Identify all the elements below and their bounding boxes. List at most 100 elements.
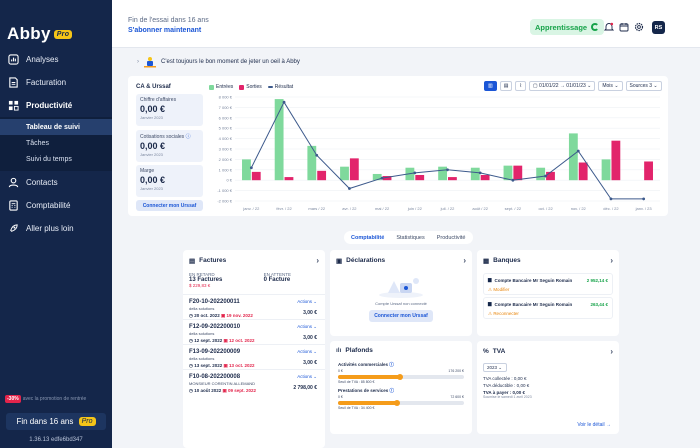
line-chart-icon: ⌇ — [519, 83, 522, 89]
chevron-right-icon: › — [610, 256, 613, 265]
bank-balance: 263,44 € — [590, 302, 608, 307]
gear-icon[interactable] — [634, 22, 644, 32]
connect-urssaf-button[interactable]: Connecter mon Urssaf — [369, 310, 433, 322]
declarations-header[interactable]: ▣ Déclarations › — [330, 250, 472, 271]
bar-sorties — [284, 177, 294, 181]
calendar-icon[interactable] — [619, 22, 629, 32]
mascot-icon — [144, 57, 156, 68]
vat-collected: TVA collectée : 0,00 € — [483, 376, 527, 381]
legend-entrees[interactable]: Entrées — [209, 84, 233, 90]
chevron-down-icon: ⌄ — [587, 83, 592, 89]
bank-warning[interactable]: ⚠ Reconnecter — [488, 311, 608, 317]
sidebar-item-productivite[interactable]: Productivité — [0, 94, 112, 117]
vat-header[interactable]: % TVA › — [477, 341, 619, 362]
bar-sorties — [349, 158, 359, 181]
invoice-actions-button[interactable]: Actions ⌄ — [297, 299, 317, 305]
bar-chart-toggle[interactable]: ▥ — [484, 81, 497, 91]
trial-label: Fin dans 16 ans — [16, 417, 74, 426]
kpi-label-text: Cotisations sociales — [140, 134, 185, 140]
point-resultat — [446, 168, 449, 172]
actions-label: Actions — [297, 324, 312, 329]
period-select[interactable]: ▢ 01/01/22 → 01/01/23 ⌄ — [528, 81, 596, 91]
kpi-value: 0,00 € — [140, 104, 166, 114]
threshold-max: 72 600 € — [450, 395, 464, 399]
trial-button[interactable]: Fin dans 16 ans Pro — [6, 413, 106, 430]
pending-invoices[interactable]: EN ATTENTE 0 Facture — [264, 272, 291, 288]
promo-banner[interactable]: -30% avec la promotion de rentrée — [5, 395, 86, 403]
invoice-actions-button[interactable]: Actions ⌄ — [297, 374, 317, 380]
sources-value: Sources 3 — [629, 83, 653, 89]
thresholds-header: ılı Plafonds — [330, 341, 472, 360]
bank-account[interactable]: ▆ Compte Bancaire Mr Seguin Romain 2 952,… — [483, 273, 613, 295]
legend-swatch — [209, 84, 214, 90]
invoices-header[interactable]: ▤ Factures › — [183, 250, 325, 271]
bank-name-text: Compte Bancaire Mr Seguin Romain — [494, 277, 573, 283]
sidebar-item-aller-plus-loin[interactable]: Aller plus loin — [0, 217, 112, 240]
line-chart-toggle[interactable]: ⌇ — [515, 81, 526, 91]
threshold-min: 0 € — [338, 395, 343, 399]
banks-header[interactable]: ▦ Banques › — [477, 250, 619, 271]
kpi-date: Janvier 2023 — [140, 186, 163, 191]
point-resultat — [249, 166, 253, 170]
warning-icon: ⚠ — [488, 311, 493, 316]
kpi-revenue: Chiffre d'affaires 0,00 € Janvier 2023 — [136, 94, 203, 126]
sidebar-item-label: Productivité — [26, 101, 73, 110]
invoice-row[interactable]: F10-08-202200008 MONSIEUR CORENTIN ALLEM… — [183, 369, 325, 394]
x-tick-label: juin / 22 — [407, 206, 423, 211]
connect-urssaf-button[interactable]: Connecter mon Urssaf — [136, 200, 203, 211]
sidebar-subitem-suivi-du-temps[interactable]: Suivi du temps — [0, 151, 112, 167]
info-icon[interactable]: ⓘ — [186, 134, 191, 140]
trial-badge: Pro — [78, 417, 96, 426]
vat-details-link[interactable]: Voir le détail → — [577, 422, 611, 428]
user-avatar[interactable]: RS — [652, 21, 665, 34]
bar-entrees — [340, 166, 349, 181]
threshold-services: Prestations de services ⓘ 0 € 72 600 € Se… — [330, 386, 472, 412]
invoice-actions-button[interactable]: Actions ⌄ — [297, 324, 317, 330]
tab-statistiques[interactable]: Statistiques — [393, 233, 427, 243]
sidebar-item-facturation[interactable]: Facturation — [0, 71, 112, 94]
chevron-right-icon: › — [463, 256, 466, 265]
late-invoices[interactable]: EN RETARD 13 Factures $ 229,83 € — [189, 272, 222, 288]
app-logo[interactable]: Abby Pro — [7, 24, 73, 44]
tab-productivite[interactable]: Productivité — [434, 233, 469, 243]
bank-warning[interactable]: ⚠ Modifier — [488, 287, 608, 293]
sidebar-subitem-tableau-de-suivi[interactable]: Tableau de suivi — [0, 119, 112, 135]
panel-title: TVA — [492, 348, 506, 355]
learning-mode-button[interactable]: Apprentissage — [530, 19, 605, 35]
bell-icon[interactable] — [604, 22, 614, 32]
legend-sorties[interactable]: Sorties — [239, 84, 262, 90]
invoice-row[interactable]: F12-09-202200010 della solutions ◷ 12 se… — [183, 319, 325, 344]
granularity-value: Mois — [602, 83, 613, 89]
bar-sorties — [251, 171, 261, 181]
granularity-select[interactable]: Mois ⌄ — [598, 81, 623, 91]
sources-select[interactable]: Sources 3 ⌄ — [625, 81, 662, 91]
info-icon[interactable]: ⓘ — [389, 362, 394, 367]
point-resultat — [315, 153, 319, 157]
top-bar: Fin de l'essai dans 16 ans S'abonner mai… — [112, 0, 700, 48]
sidebar-item-contacts[interactable]: Contacts — [0, 171, 112, 194]
vat-year-select[interactable]: 2023 ⌄ — [483, 363, 507, 372]
legend-resultat[interactable]: Résultat — [267, 84, 293, 90]
invoice-actions-button[interactable]: Actions ⌄ — [297, 349, 317, 355]
stacked-chart-toggle[interactable]: ▤ — [499, 81, 513, 91]
invoice-row[interactable]: F20-10-202200011 della solutions ◷ 20 oc… — [183, 294, 325, 319]
sidebar-item-analyses[interactable]: Analyses — [0, 48, 112, 71]
tab-comptabilite[interactable]: Comptabilité — [348, 233, 387, 243]
bank-account[interactable]: ▆ Compte Bancaire Mr Seguin Romain 263,44… — [483, 297, 613, 319]
y-tick-label: 2 000 € — [219, 157, 233, 162]
point-resultat — [576, 149, 580, 153]
bar-sorties — [644, 161, 653, 181]
welcome-text: C'est toujours le bon moment de jeter un… — [161, 59, 300, 65]
legend-swatch — [267, 86, 273, 88]
invoice-date: 20 oct. 2022 — [194, 313, 220, 318]
subscribe-link[interactable]: S'abonner maintenant — [128, 27, 201, 34]
contacts-icon — [7, 177, 19, 189]
y-tick-label: 6 000 € — [219, 115, 233, 120]
info-icon[interactable]: ⓘ — [390, 388, 395, 393]
sidebar-item-comptabilite[interactable]: Comptabilité — [0, 194, 112, 217]
vat-year-value: 2023 — [487, 365, 498, 370]
invoice-date: 13 sept. 2022 — [194, 363, 223, 368]
y-tick-label: 8 000 € — [219, 95, 233, 100]
invoice-row[interactable]: F13-09-202200009 della solutions ◷ 13 se… — [183, 344, 325, 369]
sidebar-subitem-taches[interactable]: Tâches — [0, 135, 112, 151]
